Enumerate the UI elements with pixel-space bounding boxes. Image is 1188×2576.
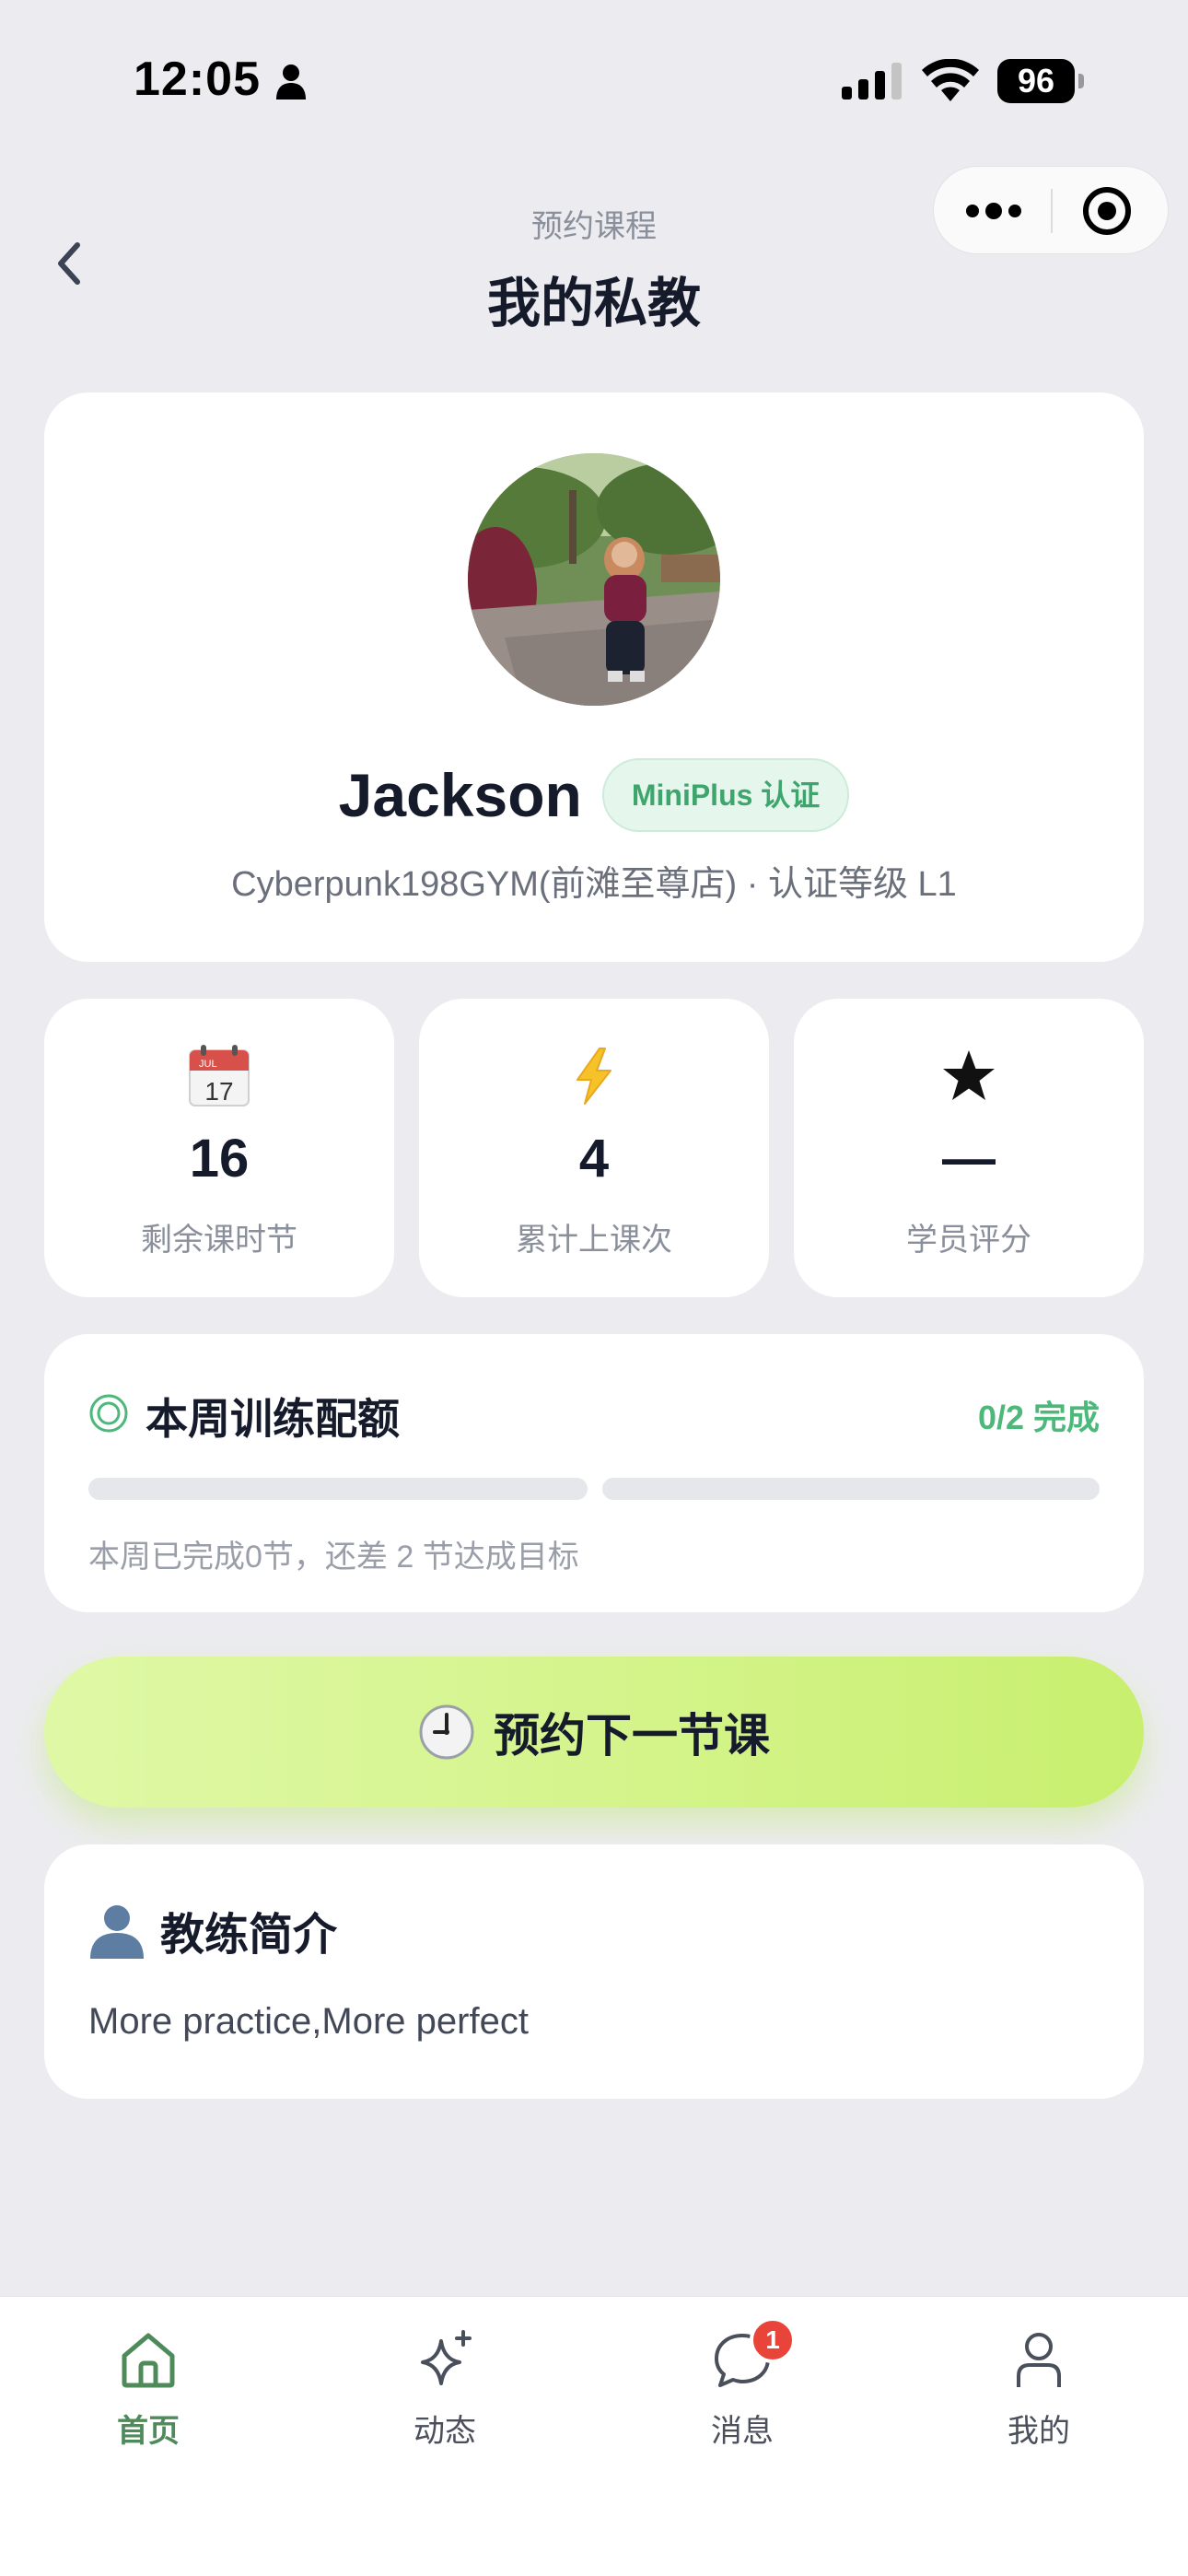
battery-indicator: 96 [997, 59, 1084, 103]
quota-status: 0/2 完成 [977, 1399, 1100, 1436]
battery-level: 96 [997, 59, 1075, 103]
tab-home[interactable]: 首页 [56, 2328, 240, 2466]
more-options-icon[interactable] [961, 194, 1026, 228]
book-next-class-button[interactable]: 预约下一节课 [44, 1657, 1144, 1808]
stat-icon-wrap: JUL 17 [44, 1043, 394, 1109]
person-status-icon [276, 64, 306, 100]
stat-value: 4 [578, 1129, 610, 1188]
quota-title: 本周训练配额 [146, 1395, 400, 1443]
calendar-month: JUL [199, 1059, 217, 1070]
tab-label: 首页 [117, 2414, 180, 2449]
mini-program-capsule [933, 166, 1169, 254]
quota-progress-segment-1 [88, 1478, 588, 1500]
weekly-quota-card: 本周训练配额 0/2 完成 本周已完成0节，还差 2 节达成目标 [44, 1334, 1144, 1612]
tab-feed[interactable]: 动态 [353, 2328, 537, 2466]
target-ring-icon [89, 1394, 128, 1433]
home-icon [122, 2333, 175, 2388]
intro-text: More practice,More perfect [88, 2001, 529, 2042]
bottom-tab-bar: 首页 动态 1 消息 我的 [0, 2296, 1188, 2576]
stat-value: — [942, 1129, 996, 1188]
star-icon [943, 1050, 995, 1100]
coach-profile-card: Jackson MiniPlus 认证 Cyberpunk198GYM(前滩至尊… [44, 392, 1144, 962]
stat-icon-wrap [419, 1043, 769, 1109]
user-icon [1017, 2333, 1061, 2387]
tab-messages[interactable]: 1 消息 [650, 2317, 834, 2466]
stat-value: 16 [189, 1129, 250, 1188]
certification-badge: MiniPlus 认证 [601, 758, 850, 832]
coach-name: Jackson [338, 761, 582, 829]
cta-label: 预约下一节课 [494, 1710, 770, 1762]
status-bar: 12:05 96 [0, 0, 1188, 157]
calendar-day: 17 [204, 1077, 233, 1106]
wifi-icon [922, 59, 979, 101]
intro-title: 教练简介 [160, 1911, 338, 1960]
stat-label: 累计上课次 [516, 1223, 672, 1258]
stat-card-remaining-sessions: JUL 17 16 剩余课时节 [44, 999, 394, 1297]
quota-note: 本周已完成0节，还差 2 节达成目标 [88, 1540, 579, 1575]
lightning-icon [577, 1048, 611, 1105]
status-time: 12:05 [134, 53, 261, 106]
stat-label: 学员评分 [906, 1223, 1031, 1258]
stat-label: 剩余课时节 [141, 1223, 297, 1258]
page-title: 我的私教 [486, 274, 701, 334]
calendar-icon: JUL 17 [189, 1045, 250, 1107]
quota-progress-segment-2 [602, 1478, 1100, 1500]
tab-me[interactable]: 我的 [947, 2328, 1131, 2466]
person-silhouette-icon [90, 1905, 144, 1959]
sparkle-icon [421, 2330, 472, 2385]
battery-tip [1078, 74, 1084, 88]
tab-label: 我的 [1007, 2414, 1070, 2449]
tab-label: 动态 [413, 2414, 476, 2449]
coach-name-row: Jackson MiniPlus 认证 [44, 754, 1144, 837]
stat-icon-wrap [794, 1043, 1144, 1109]
capsule-divider [1051, 189, 1053, 233]
stat-card-student-rating: — 学员评分 [794, 999, 1144, 1297]
gym-and-level: Cyberpunk198GYM(前滩至尊店) · 认证等级 L1 [231, 865, 957, 904]
clock-icon [419, 1704, 474, 1760]
coach-avatar [468, 453, 720, 706]
close-mini-program-icon[interactable] [1081, 185, 1133, 237]
coach-intro-card: 教练简介 More practice,More perfect [44, 1844, 1144, 2099]
tab-label: 消息 [711, 2414, 774, 2449]
message-count-badge: 1 [750, 2317, 796, 2363]
cellular-signal-icon [842, 63, 902, 100]
stat-card-total-classes: 4 累计上课次 [419, 999, 769, 1297]
